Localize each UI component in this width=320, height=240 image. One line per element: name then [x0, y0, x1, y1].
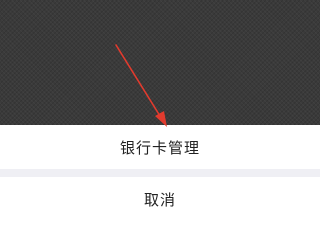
dimmed-background-overlay[interactable]	[0, 0, 320, 125]
action-sheet: 银行卡管理 取消	[0, 125, 320, 240]
bank-card-management-label: 银行卡管理	[119, 138, 200, 157]
sheet-divider-gap	[0, 169, 320, 177]
cancel-button[interactable]: 取消	[0, 177, 320, 240]
screen: 银行卡管理 取消	[0, 0, 320, 240]
bank-card-management-button[interactable]: 银行卡管理	[0, 125, 320, 169]
cancel-label: 取消	[143, 191, 176, 209]
